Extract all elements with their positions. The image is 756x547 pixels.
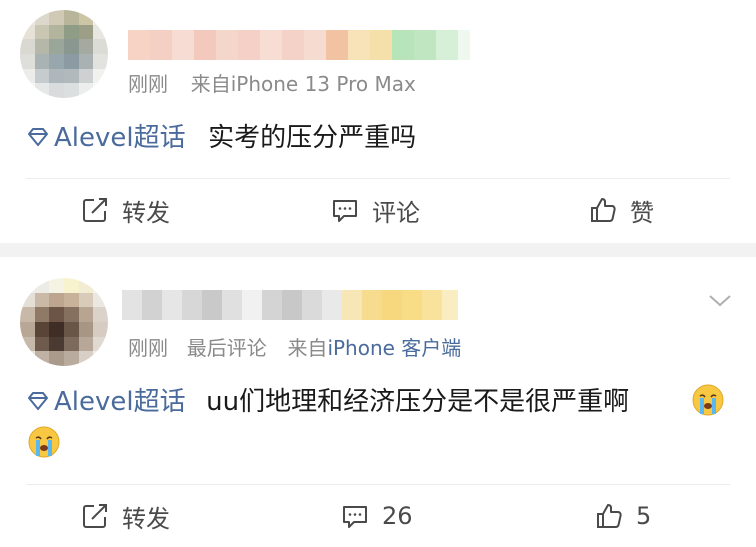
repost-button[interactable]: 转发 [80,190,170,230]
like-button[interactable]: 5 [594,496,651,536]
user-avatar[interactable] [20,278,108,366]
repost-icon [83,198,107,222]
topic-name: Alevel超话 [54,387,186,417]
comment-icon [343,506,367,528]
post-content: Alevel超话 实考的压分严重吗 [26,118,416,158]
thumbs-up-icon [591,198,616,222]
comment-count: 26 [382,502,413,530]
repost-icon [83,504,107,528]
repost-label: 转发 [122,504,170,533]
repost-label: 转发 [122,198,170,227]
chevron-down-icon[interactable] [708,294,732,308]
topic-name: Alevel超话 [54,123,186,153]
comment-button[interactable]: 评论 [330,190,420,230]
topic-link[interactable]: Alevel超话 [26,123,194,153]
post-content: Alevel超话 uu们地理和经济压分是不是很严重啊 [26,382,629,422]
topic-link[interactable]: Alevel超话 [26,387,194,417]
super-topic-icon [28,392,48,410]
post-body-text: 实考的压分严重吗 [208,123,417,153]
post-client[interactable]: iPhone 客户端 [327,336,461,360]
like-count: 5 [636,502,652,530]
post-separator [0,243,756,257]
post-meta: 刚刚 来自iPhone 13 Pro Max [128,68,416,97]
crying-emoji-icon [692,384,724,416]
comment-icon [333,200,357,222]
comment-label: 评论 [372,198,420,227]
super-topic-icon [28,128,48,146]
post-time: 刚刚 [128,336,168,360]
post-meta: 刚刚 最后评论 来自iPhone 客户端 [128,332,461,361]
last-comment-label: 最后评论 [186,336,267,360]
post-time: 刚刚 [128,72,168,96]
divider [26,178,730,179]
comment-button[interactable]: 26 [340,496,413,536]
post-source[interactable]: 来自iPhone 13 Pro Max [191,72,416,96]
repost-button[interactable]: 转发 [80,496,170,536]
like-label: 赞 [630,198,654,227]
username-blurred[interactable] [128,30,470,60]
user-avatar[interactable] [20,10,108,98]
divider [26,484,730,485]
thumbs-up-icon [597,504,622,528]
post-body-text: uu们地理和经济压分是不是很严重啊 [206,387,630,417]
like-button[interactable]: 赞 [588,190,654,230]
crying-emoji-icon [28,426,60,458]
post-source-prefix: 来自 [287,336,328,360]
username-blurred[interactable] [122,290,458,320]
